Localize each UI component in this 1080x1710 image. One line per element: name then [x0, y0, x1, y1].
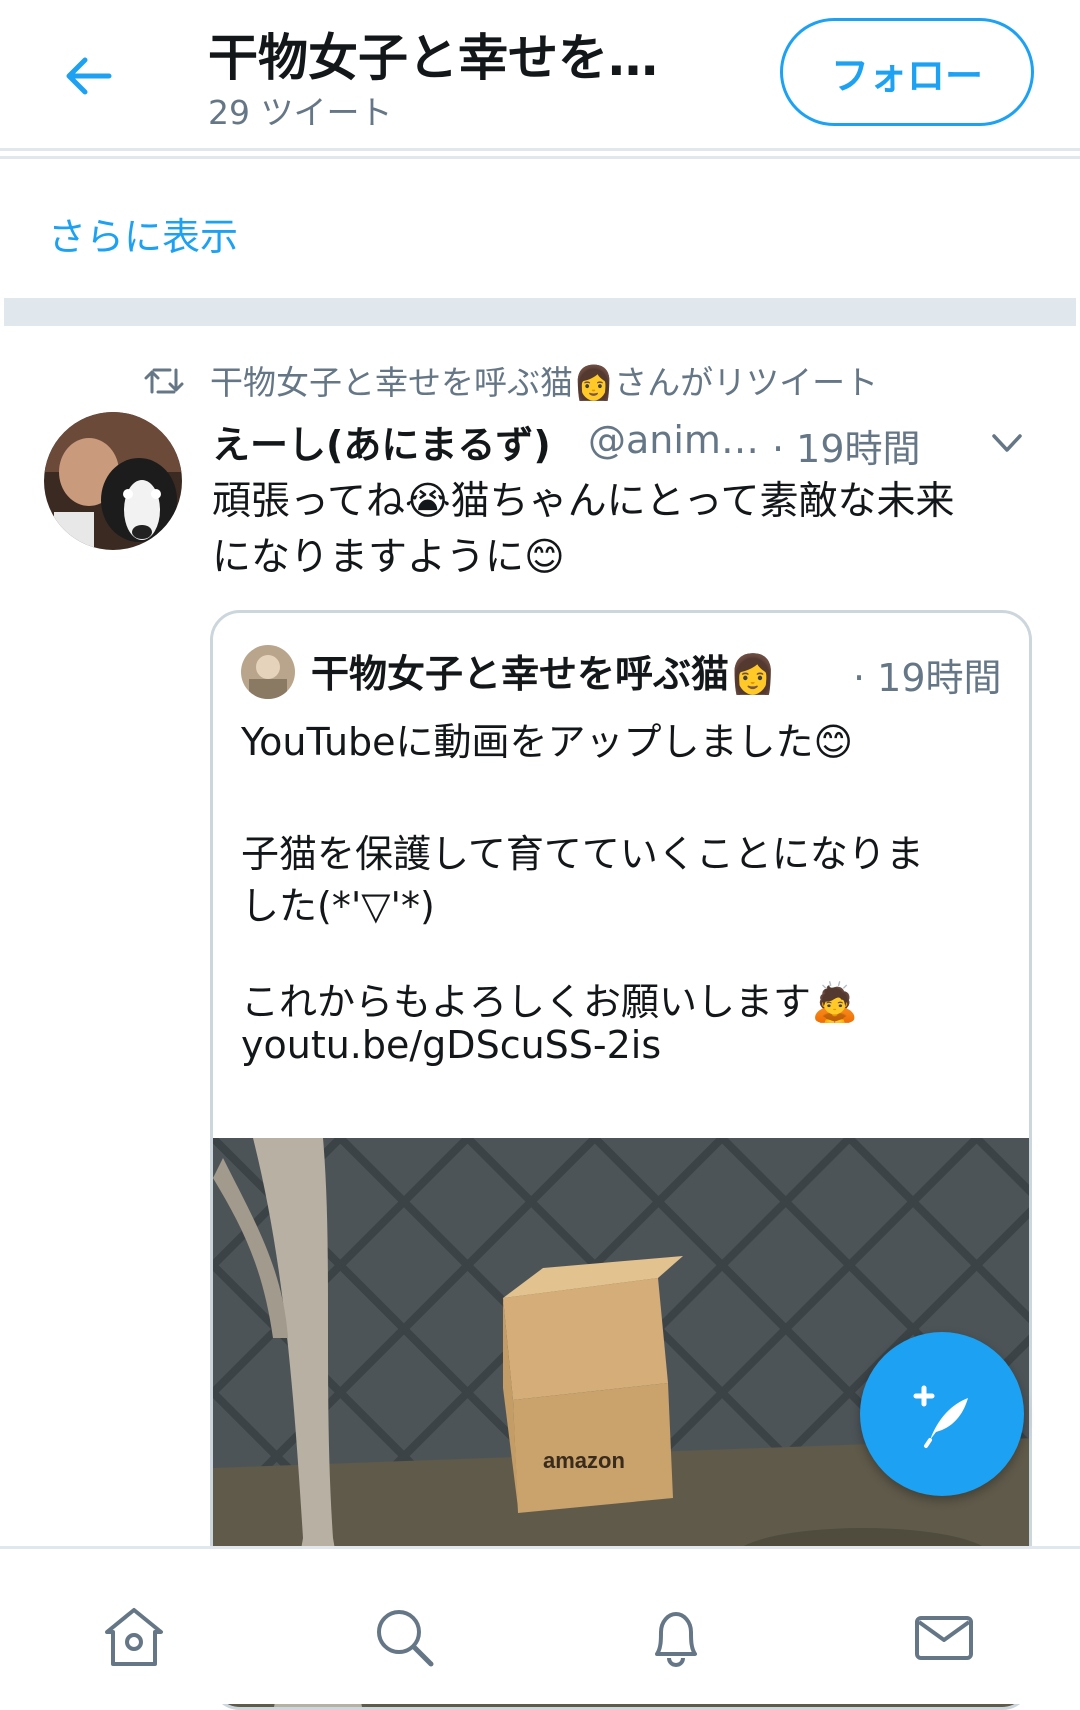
home-icon	[105, 1608, 163, 1666]
avatar[interactable]	[44, 412, 182, 550]
profile-title: 干物女子と幸せを…	[208, 29, 658, 87]
quoted-text-line: 子猫を保護して育てていくことになりま	[241, 832, 924, 876]
header-divider	[0, 156, 1080, 159]
compose-tweet-button[interactable]	[860, 1332, 1024, 1496]
search-icon	[377, 1610, 434, 1667]
nav-home[interactable]	[94, 1597, 174, 1677]
tweet-text: 頑張ってね😭猫ちゃんにとって素敵な未来 になりますように😊	[212, 474, 1032, 586]
back-button[interactable]	[48, 36, 128, 116]
nav-search[interactable]	[364, 1597, 444, 1677]
quoted-avatar	[241, 645, 295, 699]
compose-feather-icon	[913, 1385, 968, 1448]
quoted-tweet-card[interactable]: 干物女子と幸せを呼ぶ猫👩 · 19時間 YouTubeに動画をアップしました😊 …	[210, 610, 1032, 1710]
quoted-timestamp: · 19時間	[853, 656, 1002, 700]
show-more-link[interactable]: さらに表示	[48, 206, 238, 261]
arrow-left-icon	[66, 57, 112, 95]
retweet-context-text: 干物女子と幸せを呼ぶ猫👩さんがリツイート	[210, 363, 879, 402]
tweet-author-name[interactable]: えーし(あにまるず)	[212, 414, 551, 469]
tweet-timestamp: · 19時間	[772, 427, 921, 471]
quoted-link[interactable]: youtu.be/gDScuSS-2is	[241, 1023, 661, 1067]
chevron-down-icon[interactable]	[990, 428, 1024, 458]
tweet-text-line: になりますように😊	[212, 535, 565, 580]
follow-button[interactable]: フォロー	[780, 18, 1034, 126]
section-separator	[4, 298, 1076, 326]
quoted-text-line: これからもよろしくお願いします🙇	[241, 980, 859, 1024]
quoted-text-line: YouTubeに動画をアップしました😊	[241, 720, 854, 764]
retweet-icon	[144, 368, 184, 394]
tweet-count: 29 ツイート	[208, 93, 393, 132]
box-label: amazon	[543, 1448, 625, 1473]
quoted-text-line: した(*'▽'*)	[241, 884, 435, 928]
tweet-author-handle[interactable]: @anim…	[588, 418, 759, 462]
mail-icon	[915, 1616, 973, 1660]
bottom-navigation	[0, 1546, 1080, 1704]
top-app-bar: 干物女子と幸せを… 29 ツイート フォロー	[0, 0, 1080, 151]
nav-notifications[interactable]	[636, 1597, 716, 1677]
bell-icon	[655, 1612, 697, 1668]
tweet-text-line: 頑張ってね😭猫ちゃんにとって素敵な未来	[212, 479, 955, 524]
nav-messages[interactable]	[904, 1597, 984, 1677]
quoted-author-name: 干物女子と幸せを呼ぶ猫👩	[311, 652, 777, 696]
